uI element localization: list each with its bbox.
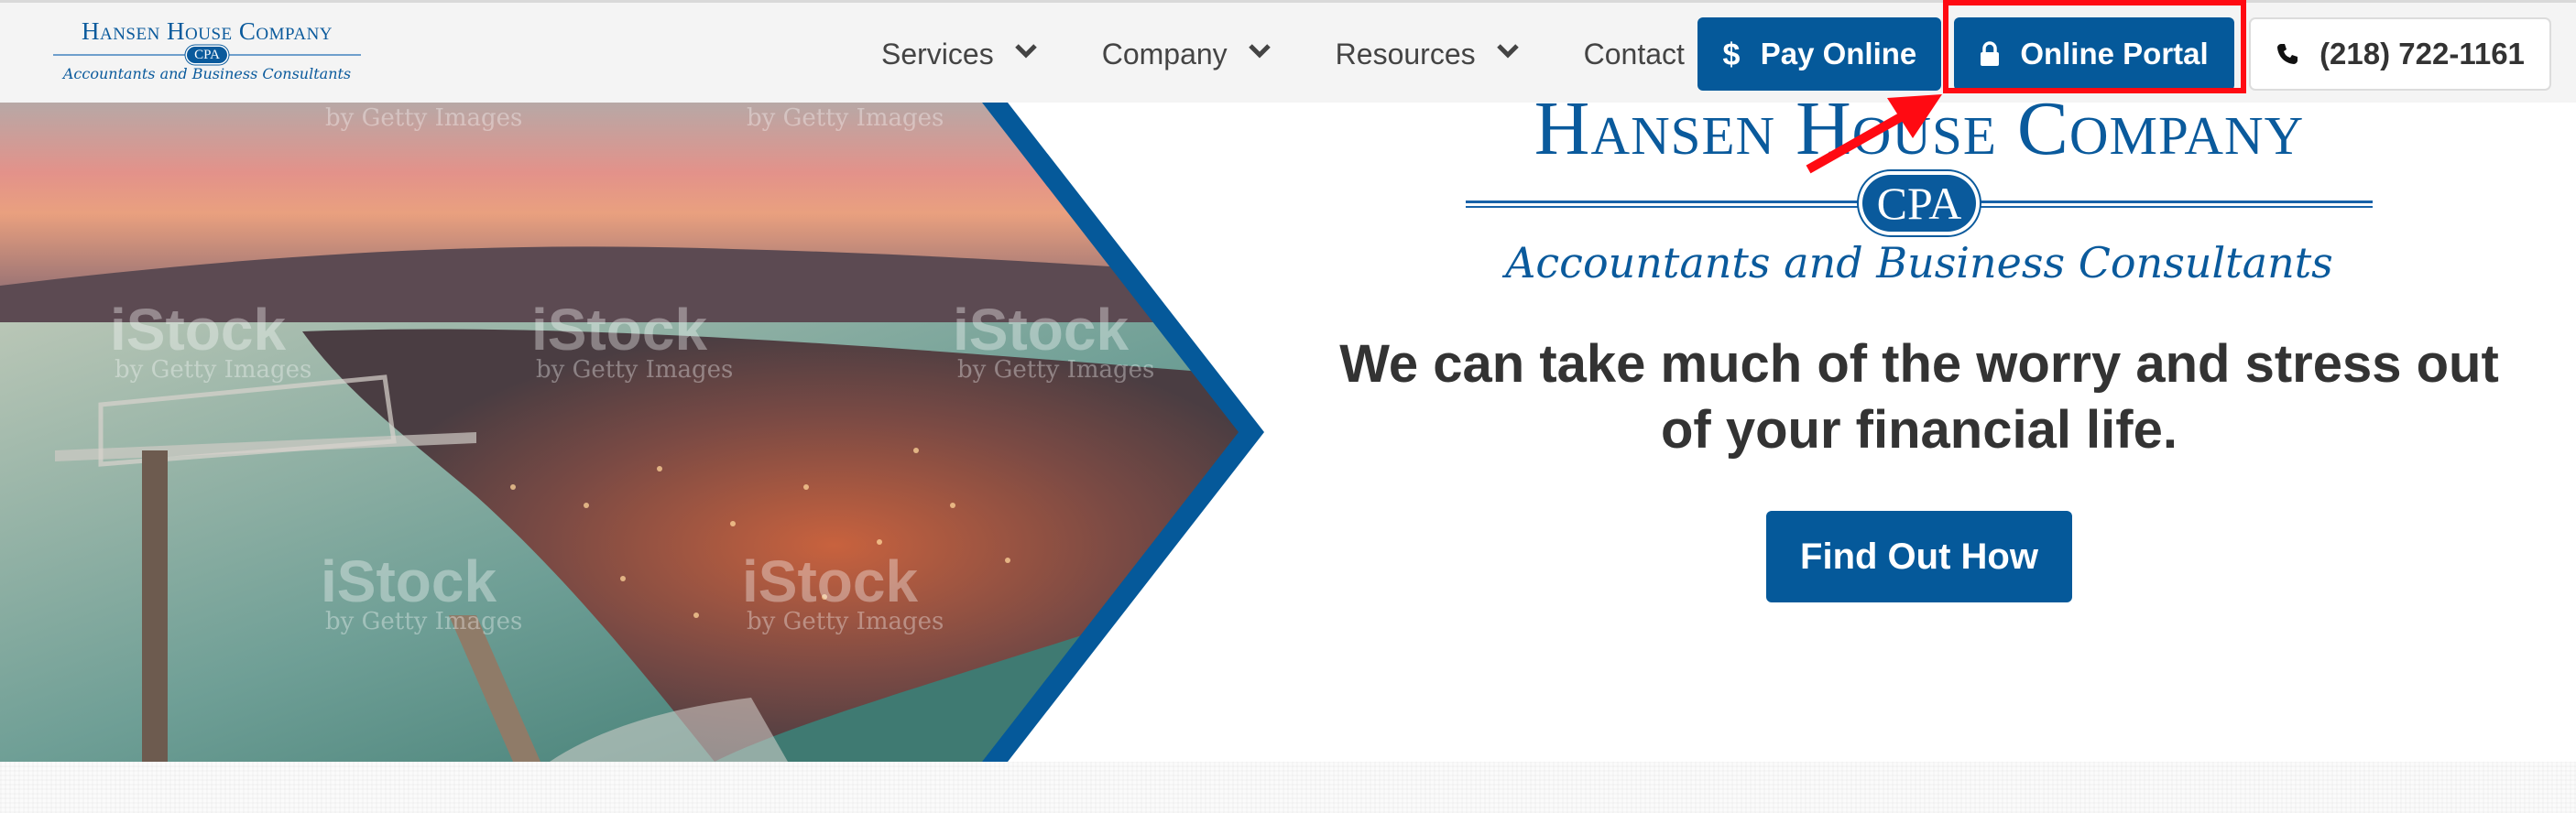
svg-text:iStock: iStock — [321, 548, 497, 614]
nav-label: Contact — [1583, 37, 1685, 70]
nav-item-services[interactable]: Services — [881, 38, 1038, 71]
svg-text:iStock: iStock — [742, 548, 918, 614]
phone-icon — [2276, 42, 2299, 66]
find-out-how-button[interactable]: Find Out How — [1766, 511, 2072, 602]
svg-text:iStock: iStock — [953, 297, 1129, 363]
hero-photo: iStock iStock iStock iStock iStock by Ge… — [0, 103, 1269, 762]
hero-logo-rule: CPA — [1466, 173, 2373, 235]
chevron-down-icon — [1248, 44, 1271, 59]
pay-online-label: Pay Online — [1760, 37, 1917, 70]
phone-label: (218) 722-1161 — [2319, 37, 2525, 70]
nav-label: Resources — [1335, 37, 1476, 70]
find-out-how-label: Find Out How — [1800, 536, 2038, 577]
logo-cpa-badge: CPA — [187, 47, 227, 63]
nav-item-company[interactable]: Company — [1102, 38, 1272, 71]
logo-tagline: Accountants and Business Consultants — [62, 65, 352, 82]
svg-text:by Getty Images: by Getty Images — [747, 608, 944, 635]
hero-headline: We can take much of the worry and stress… — [1339, 334, 2499, 460]
lock-icon — [1980, 41, 2000, 67]
nav-label: Services — [881, 37, 994, 70]
svg-text:by Getty Images: by Getty Images — [325, 104, 522, 132]
svg-text:by Getty Images: by Getty Images — [747, 104, 944, 132]
page-section-background — [0, 762, 2576, 813]
nav-item-resources[interactable]: Resources — [1336, 38, 1520, 71]
svg-text:by Getty Images: by Getty Images — [536, 356, 733, 384]
hero-logo-tagline: Accountants and Business Consultants — [1505, 238, 2333, 287]
hero-logo-cpa-badge: CPA — [1862, 175, 1976, 232]
chevron-down-icon — [1014, 44, 1037, 59]
svg-text:by Getty Images: by Getty Images — [325, 608, 522, 635]
header-logo[interactable]: Hansen House Company CPA Accountants and… — [53, 17, 361, 91]
svg-text:by Getty Images: by Getty Images — [957, 356, 1154, 384]
online-portal-label: Online Portal — [2020, 37, 2209, 70]
logo-title: Hansen House Company — [81, 17, 333, 45]
hero-logo: Hansen House Company CPA Accountants and… — [1466, 87, 2373, 288]
pay-online-button[interactable]: $ Pay Online — [1697, 17, 1941, 91]
svg-text:$: $ — [1722, 38, 1740, 70]
svg-text:by Getty Images: by Getty Images — [115, 356, 311, 384]
phone-button[interactable]: (218) 722-1161 — [2249, 17, 2551, 91]
hero-logo-title: Hansen House Company — [1534, 86, 2305, 171]
chevron-down-icon — [1496, 44, 1519, 59]
nav-item-contact[interactable]: Contact — [1584, 38, 1685, 71]
svg-text:iStock: iStock — [531, 297, 707, 363]
online-portal-button[interactable]: Online Portal — [1954, 17, 2234, 91]
nav-label: Company — [1101, 37, 1228, 70]
logo-rule: CPA — [53, 47, 361, 63]
dollar-icon: $ — [1722, 38, 1741, 70]
watermark-text: iStock — [110, 297, 286, 363]
